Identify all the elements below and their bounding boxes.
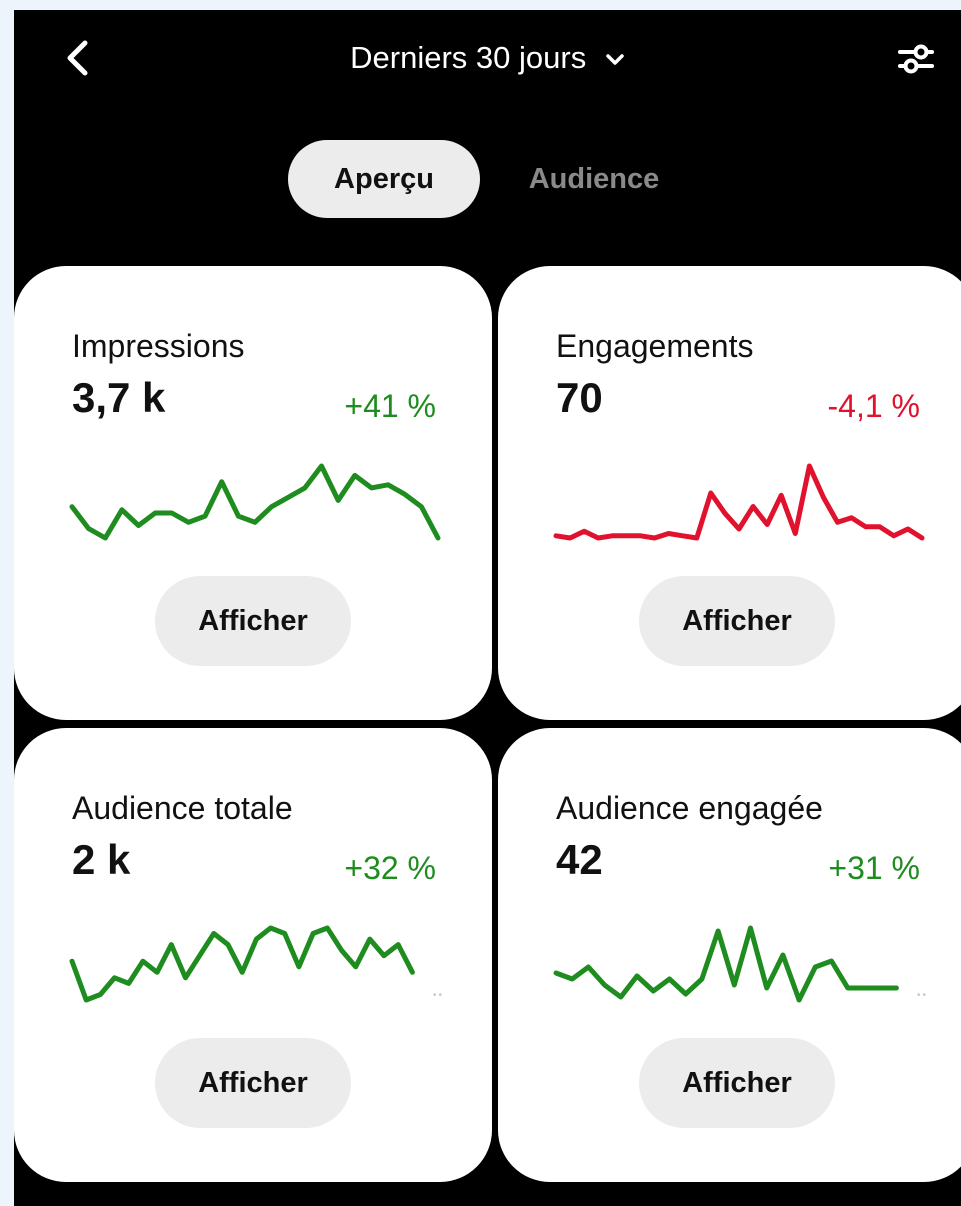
date-range-label: Derniers 30 jours [350, 40, 587, 75]
date-range-dropdown[interactable]: Derniers 30 jours [14, 40, 961, 76]
card-delta: +31 % [828, 850, 920, 886]
sliders-icon [898, 44, 934, 74]
tab-audience[interactable]: Audience [509, 140, 679, 218]
card-value: 42 [556, 836, 603, 883]
chevron-down-icon [606, 54, 624, 65]
card-title: Audience totale [72, 790, 293, 826]
sparkline-line [553, 925, 899, 1003]
top-bar: Derniers 30 jours [14, 10, 961, 110]
engaged-audience-card: Audience engagée 42 +31 % •• Afficher [498, 728, 961, 1182]
card-delta: +32 % [344, 850, 436, 886]
more-indicator: •• [916, 990, 928, 1001]
sparkline-line [553, 463, 925, 541]
sparkline-line [69, 463, 441, 541]
show-details-button[interactable]: Afficher [639, 576, 835, 666]
card-title: Impressions [72, 328, 245, 364]
sparkline-chart [553, 463, 925, 541]
card-value: 70 [556, 374, 603, 421]
engagements-card: Engagements 70 -4,1 % Afficher [498, 266, 961, 720]
sparkline-line [69, 925, 415, 1003]
sparkline-chart [69, 463, 441, 541]
more-indicator: •• [432, 990, 444, 1001]
show-details-button[interactable]: Afficher [155, 1038, 351, 1128]
card-title: Engagements [556, 328, 754, 364]
impressions-card: Impressions 3,7 k +41 % Afficher [14, 266, 492, 720]
show-details-button[interactable]: Afficher [639, 1038, 835, 1128]
card-title: Audience engagée [556, 790, 823, 826]
tab-bar: Aperçu Audience [14, 140, 961, 218]
tab-overview[interactable]: Aperçu [288, 140, 480, 218]
analytics-screen: Derniers 30 jours Aperçu Audience Impres… [14, 10, 961, 1206]
show-details-button[interactable]: Afficher [155, 576, 351, 666]
card-delta: -4,1 % [827, 388, 920, 424]
card-delta: +41 % [344, 388, 436, 424]
filter-button[interactable] [895, 38, 937, 80]
sparkline-chart [69, 925, 415, 1003]
card-value: 3,7 k [72, 374, 166, 421]
total-audience-card: Audience totale 2 k +32 % •• Afficher [14, 728, 492, 1182]
sparkline-chart [553, 925, 899, 1003]
card-value: 2 k [72, 836, 131, 883]
